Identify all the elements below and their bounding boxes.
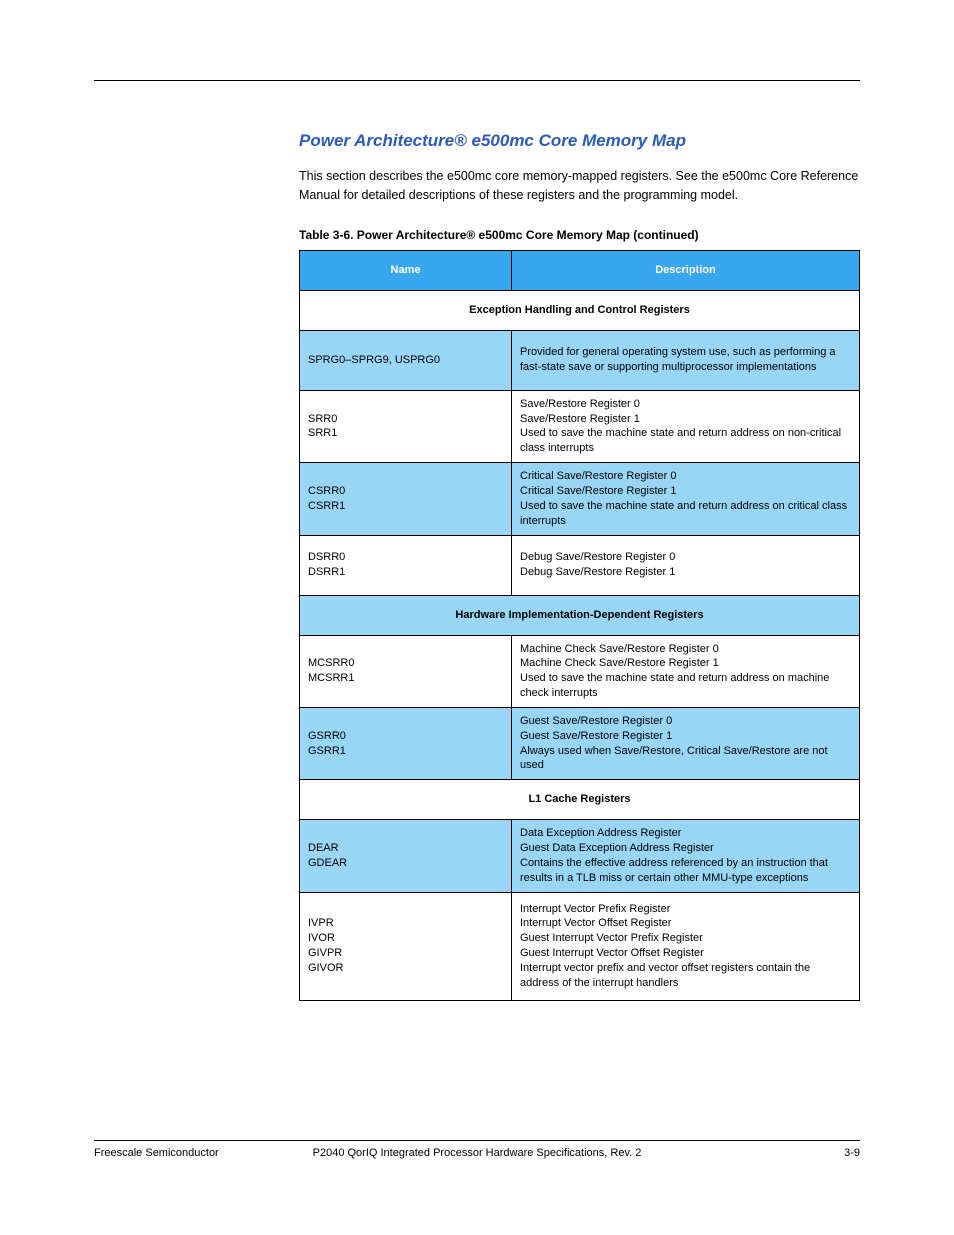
desc-cell: Provided for general operating system us… bbox=[512, 330, 860, 390]
name-cell: GSRR0GSRR1 bbox=[300, 707, 512, 779]
page-footer: Freescale Semiconductor P2040 QorIQ Inte… bbox=[94, 1140, 860, 1159]
name-cell: SPRG0–SPRG9, USPRG0 bbox=[300, 330, 512, 390]
section-cell: Hardware Implementation-Dependent Regist… bbox=[300, 595, 860, 635]
section-cell: Exception Handling and Control Registers bbox=[300, 290, 860, 330]
name-cell: DSRR0DSRR1 bbox=[300, 535, 512, 595]
desc-cell: Interrupt Vector Prefix RegisterInterrup… bbox=[512, 892, 860, 1000]
table-row: GSRR0GSRR1Guest Save/Restore Register 0G… bbox=[300, 707, 860, 779]
desc-cell: Data Exception Address RegisterGuest Dat… bbox=[512, 820, 860, 892]
table-caption: Table 3-6. Power Architecture® e500mc Co… bbox=[299, 228, 860, 242]
desc-cell: Guest Save/Restore Register 0Guest Save/… bbox=[512, 707, 860, 779]
table-row: SRR0SRR1Save/Restore Register 0Save/Rest… bbox=[300, 390, 860, 462]
name-cell: SRR0SRR1 bbox=[300, 390, 512, 462]
desc-cell: Critical Save/Restore Register 0Critical… bbox=[512, 463, 860, 535]
col-header-name: Name bbox=[300, 250, 512, 290]
desc-cell: Debug Save/Restore Register 0Debug Save/… bbox=[512, 535, 860, 595]
section-paragraph: This section describes the e500mc core m… bbox=[299, 167, 860, 206]
name-cell: CSRR0CSRR1 bbox=[300, 463, 512, 535]
header-rule bbox=[94, 80, 860, 81]
desc-cell: Save/Restore Register 0Save/Restore Regi… bbox=[512, 390, 860, 462]
table-row: DEARGDEARData Exception Address Register… bbox=[300, 820, 860, 892]
section-title: Power Architecture® e500mc Core Memory M… bbox=[299, 131, 860, 151]
name-cell: IVPRIVORGIVPRGIVOR bbox=[300, 892, 512, 1000]
footer-middle: P2040 QorIQ Integrated Processor Hardwar… bbox=[294, 1147, 660, 1159]
name-cell: DEARGDEAR bbox=[300, 820, 512, 892]
table-row: L1 Cache Registers bbox=[300, 780, 860, 820]
footer-left: Freescale Semiconductor bbox=[94, 1147, 294, 1159]
name-cell: MCSRR0MCSRR1 bbox=[300, 635, 512, 707]
desc-cell: Machine Check Save/Restore Register 0Mac… bbox=[512, 635, 860, 707]
table-row: Exception Handling and Control Registers bbox=[300, 290, 860, 330]
table-row: Hardware Implementation-Dependent Regist… bbox=[300, 595, 860, 635]
table-row: MCSRR0MCSRR1Machine Check Save/Restore R… bbox=[300, 635, 860, 707]
col-header-desc: Description bbox=[512, 250, 860, 290]
table-row: DSRR0DSRR1Debug Save/Restore Register 0D… bbox=[300, 535, 860, 595]
footer-right: 3-9 bbox=[660, 1147, 860, 1159]
registers-table: Name Description Exception Handling and … bbox=[299, 250, 860, 1001]
section-cell: L1 Cache Registers bbox=[300, 780, 860, 820]
table-row: IVPRIVORGIVPRGIVORInterrupt Vector Prefi… bbox=[300, 892, 860, 1000]
table-row: CSRR0CSRR1Critical Save/Restore Register… bbox=[300, 463, 860, 535]
table-row: SPRG0–SPRG9, USPRG0Provided for general … bbox=[300, 330, 860, 390]
